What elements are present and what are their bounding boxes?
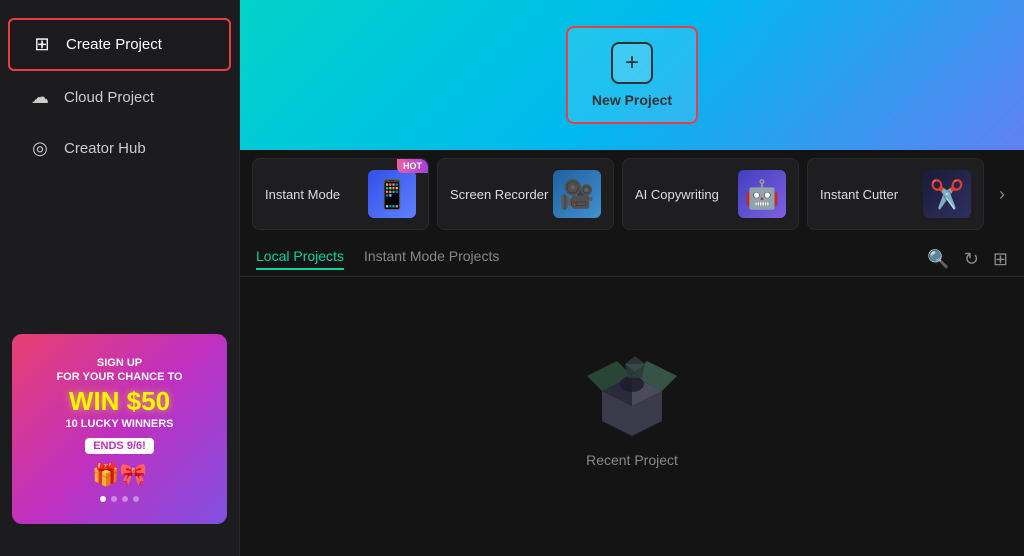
ad-dot-4[interactable] — [133, 496, 139, 502]
tool-card-instant-mode[interactable]: HOT Instant Mode 📱 — [252, 158, 429, 230]
grid-view-icon[interactable]: ⊞ — [993, 249, 1008, 270]
tool-card-img-ai-copywriting: 🤖 — [738, 170, 786, 218]
sidebar: ⊞ Create Project ☁ Cloud Project ◎ Creat… — [0, 0, 240, 556]
tool-card-instant-cutter[interactable]: Instant Cutter ✂️ — [807, 158, 984, 230]
tool-card-name-screen-recorder: Screen Recorder — [450, 187, 548, 202]
empty-state: Recent Project — [240, 277, 1024, 556]
tabs-row: Local Projects Instant Mode Projects 🔍 ↻ … — [240, 238, 1024, 277]
ad-dot-1[interactable] — [100, 496, 106, 502]
new-project-label: New Project — [592, 92, 672, 108]
sidebar-item-create-project[interactable]: ⊞ Create Project — [8, 18, 231, 71]
tab-actions: 🔍 ↻ ⊞ — [927, 249, 1008, 270]
ad-icons: 🎁🎀 — [92, 462, 147, 488]
tab-local[interactable]: Local Projects — [256, 248, 344, 270]
tool-scroll-right-arrow[interactable]: › — [988, 180, 1016, 208]
recent-project-label: Recent Project — [586, 452, 678, 468]
create-project-icon: ⊞ — [30, 34, 54, 55]
sidebar-item-label-create-project: Create Project — [66, 36, 162, 53]
main-content: + New Project HOT Instant Mode 📱 Screen … — [240, 0, 1024, 556]
ad-line1: SIGN UP — [97, 356, 142, 370]
new-project-icon: + — [611, 42, 653, 84]
tool-card-name-instant-cutter: Instant Cutter — [820, 187, 898, 202]
search-icon[interactable]: 🔍 — [927, 249, 949, 270]
ad-win-amount: WIN $50 — [69, 388, 170, 414]
sidebar-item-label-creator-hub: Creator Hub — [64, 140, 146, 157]
hero-banner: + New Project — [240, 0, 1024, 150]
tool-card-img-instant-mode: 📱 — [368, 170, 416, 218]
ad-pagination-dots — [100, 496, 139, 502]
ad-ends: ENDS 9/6! — [85, 438, 154, 454]
creator-hub-icon: ◎ — [28, 138, 52, 159]
tool-card-img-screen-recorder: 🎥 — [553, 170, 601, 218]
sidebar-item-creator-hub[interactable]: ◎ Creator Hub — [8, 124, 231, 173]
tool-card-name-ai-copywriting: AI Copywriting — [635, 187, 719, 202]
new-project-button[interactable]: + New Project — [566, 26, 698, 124]
ad-dot-2[interactable] — [111, 496, 117, 502]
refresh-icon[interactable]: ↻ — [964, 249, 979, 270]
tool-card-ai-copywriting[interactable]: AI Copywriting 🤖 — [622, 158, 799, 230]
sidebar-ad[interactable]: SIGN UP FOR YOUR CHANCE TO WIN $50 10 LU… — [12, 334, 227, 524]
sidebar-item-label-cloud-project: Cloud Project — [64, 89, 154, 106]
tool-cards-row: HOT Instant Mode 📱 Screen Recorder 🎥 AI … — [240, 150, 1024, 238]
tool-card-img-instant-cutter: ✂️ — [923, 170, 971, 218]
tool-card-screen-recorder[interactable]: Screen Recorder 🎥 — [437, 158, 614, 230]
tab-instant[interactable]: Instant Mode Projects — [364, 248, 499, 270]
cloud-project-icon: ☁ — [28, 87, 52, 108]
ad-dot-3[interactable] — [122, 496, 128, 502]
hot-badge: HOT — [397, 159, 428, 173]
empty-box-icon — [587, 346, 677, 436]
sidebar-item-cloud-project[interactable]: ☁ Cloud Project — [8, 73, 231, 122]
ad-lucky: 10 LUCKY WINNERS — [66, 418, 174, 430]
tool-card-name-instant-mode: Instant Mode — [265, 187, 340, 202]
ad-line2: FOR YOUR CHANCE TO — [56, 370, 182, 384]
